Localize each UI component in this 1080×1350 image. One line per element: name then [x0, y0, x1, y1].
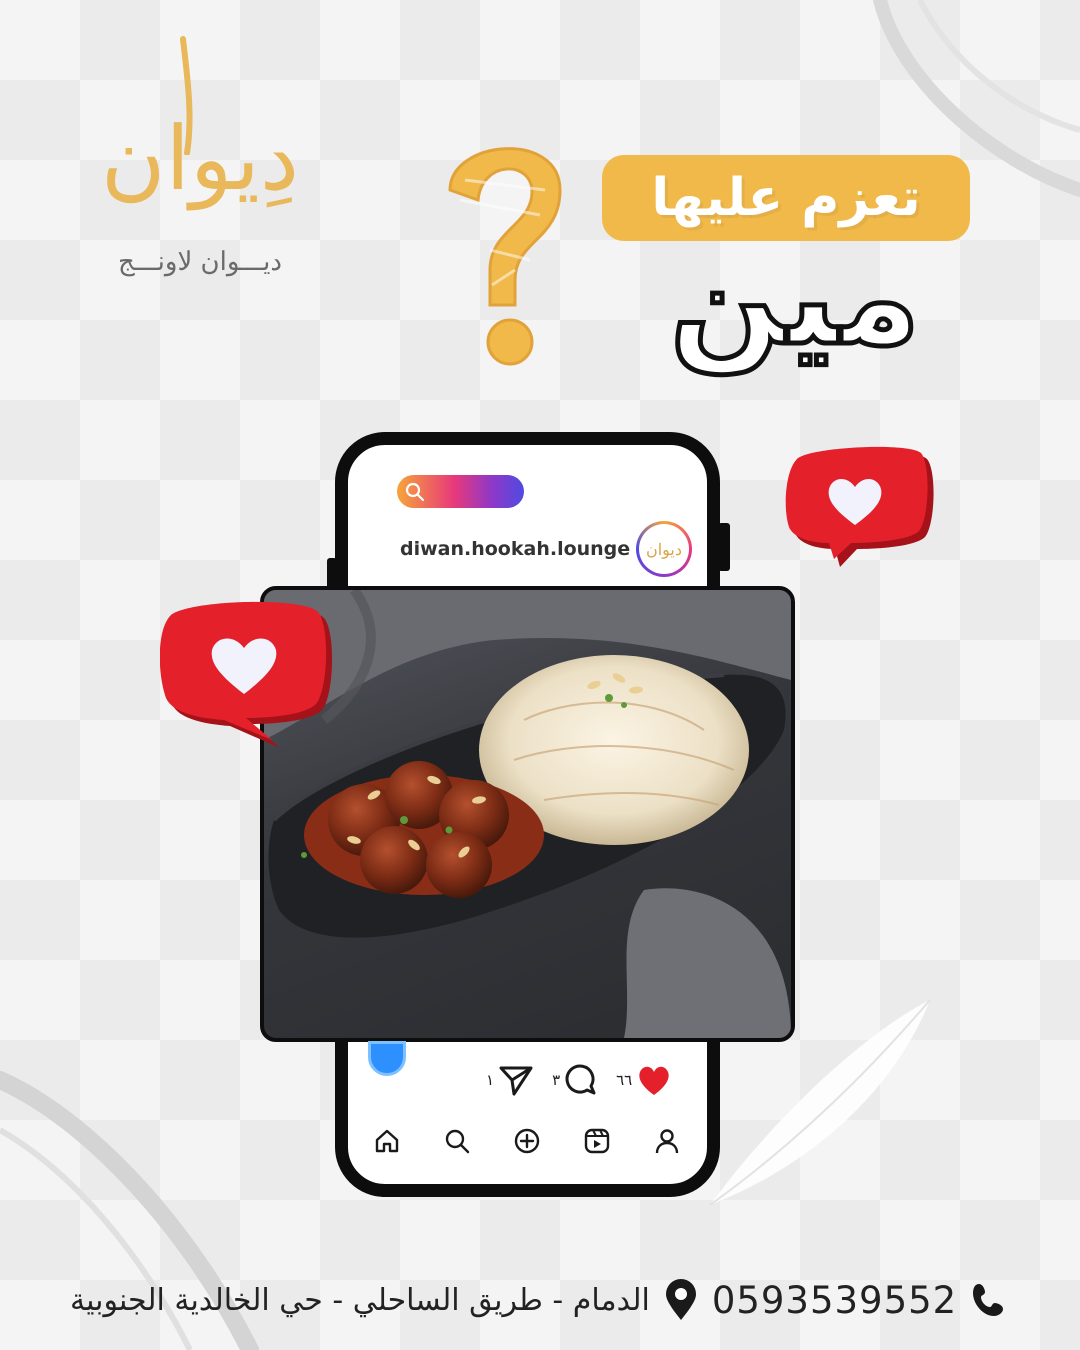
heart-icon[interactable] [636, 1063, 672, 1097]
comment-count: ٣ [552, 1071, 561, 1089]
search-icon[interactable] [442, 1126, 472, 1156]
post-actions: ١ ٣ ٦٦ [486, 1058, 696, 1102]
phone-number[interactable]: 0593539552 [712, 1279, 957, 1322]
reels-icon[interactable] [582, 1126, 612, 1156]
post-username[interactable]: diwan.hookah.lounge [400, 538, 630, 560]
home-icon[interactable] [372, 1126, 402, 1156]
bottom-nav [352, 1118, 702, 1164]
heart-reaction-bubble-left [160, 601, 333, 748]
like-count: ٦٦ [616, 1071, 633, 1089]
avatar[interactable]: ديوان [636, 521, 692, 577]
post-image[interactable] [260, 586, 795, 1042]
logo-wordmark: دِيوان [100, 107, 300, 210]
question-mark-icon [448, 147, 562, 366]
phone-icon [973, 1284, 1004, 1316]
location-pin-icon [665, 1279, 696, 1320]
add-post-icon[interactable] [512, 1126, 542, 1156]
logo-tagline: ديـــوان لاونـــج [118, 247, 282, 277]
food-photo [264, 590, 791, 1038]
phone-side-button [718, 523, 730, 571]
share-icon[interactable] [498, 1064, 534, 1096]
address-text: الدمام - طريق الساحلي - حي الخالدية الجن… [70, 1282, 650, 1318]
headline-answer: مين [667, 220, 923, 377]
heart-reaction-bubble-right [785, 446, 934, 567]
brand-logo: دِيوان ديـــوان لاونـــج [80, 35, 320, 285]
avatar-logo: ديوان [639, 524, 689, 574]
search-icon [405, 482, 425, 502]
contact-footer: الدمام - طريق الساحلي - حي الخالدية الجن… [70, 1270, 1010, 1330]
comment-icon[interactable] [564, 1063, 598, 1097]
search-bar[interactable] [397, 475, 524, 508]
profile-icon[interactable] [652, 1126, 682, 1156]
share-count: ١ [486, 1071, 495, 1089]
